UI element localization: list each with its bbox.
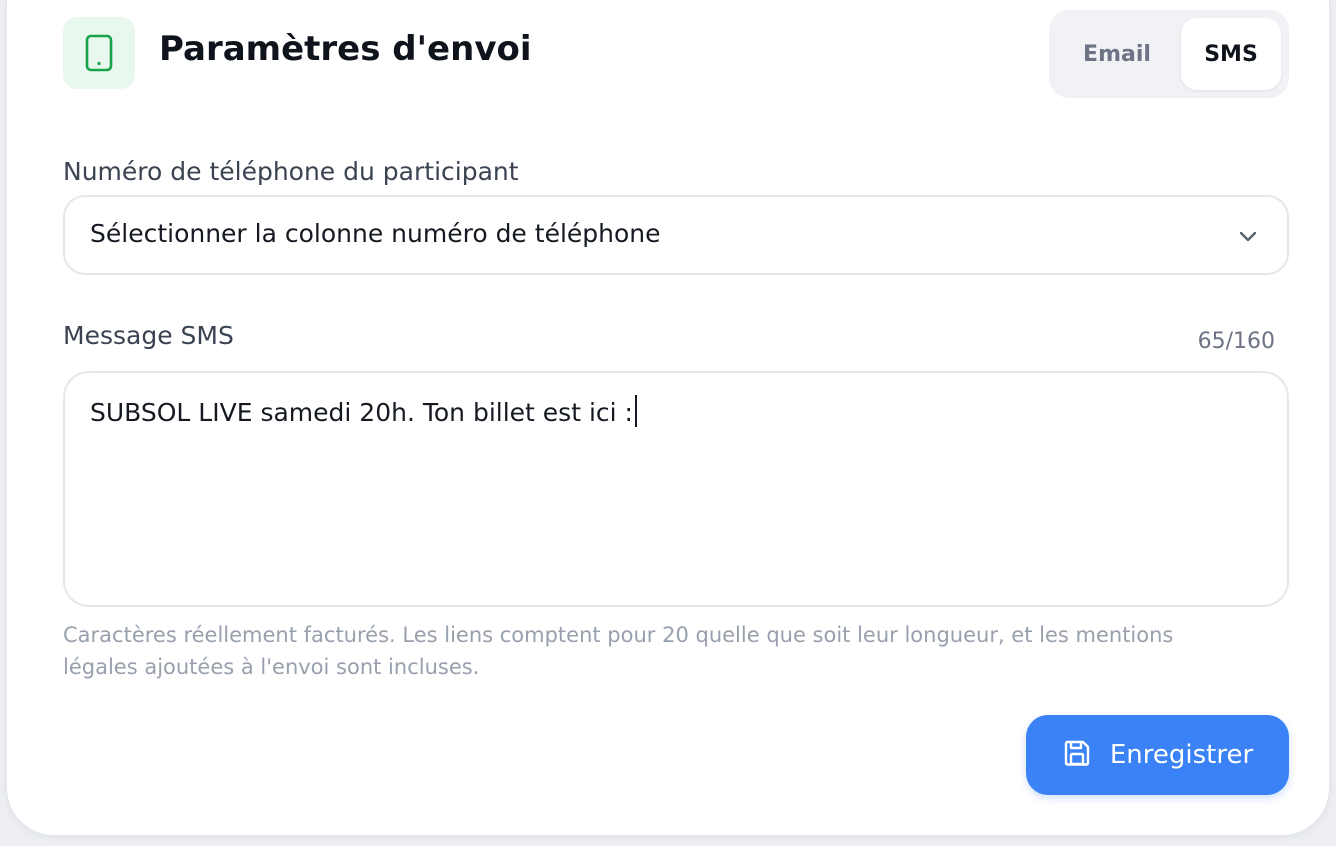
message-field-label: Message SMS [63,321,234,350]
channel-toggle: Email SMS [1049,10,1289,98]
tab-email[interactable]: Email [1057,18,1177,90]
sms-message-text: SUBSOL LIVE samedi 20h. Ton billet est i… [90,398,633,427]
save-button[interactable]: Enregistrer [1026,715,1289,795]
sending-settings-card: Paramètres d'envoi Email SMS Numéro de t… [6,0,1330,836]
save-button-label: Enregistrer [1109,740,1254,770]
phone-field-label: Numéro de téléphone du participant [63,157,519,186]
tab-sms[interactable]: SMS [1181,18,1281,90]
billing-hint: Caractères réellement facturés. Les lien… [63,623,1174,679]
character-counter: 65/160 [1197,329,1275,354]
save-icon [1062,738,1092,772]
chevron-down-icon [1237,225,1259,247]
page-title: Paramètres d'envoi [159,29,532,69]
sms-message-input[interactable]: SUBSOL LIVE samedi 20h. Ton billet est i… [63,371,1289,607]
phone-column-select-value: Sélectionner la colonne numéro de téléph… [90,219,661,248]
phone-column-select[interactable]: Sélectionner la colonne numéro de téléph… [63,195,1289,275]
smartphone-icon [63,17,135,89]
text-caret [634,395,637,427]
